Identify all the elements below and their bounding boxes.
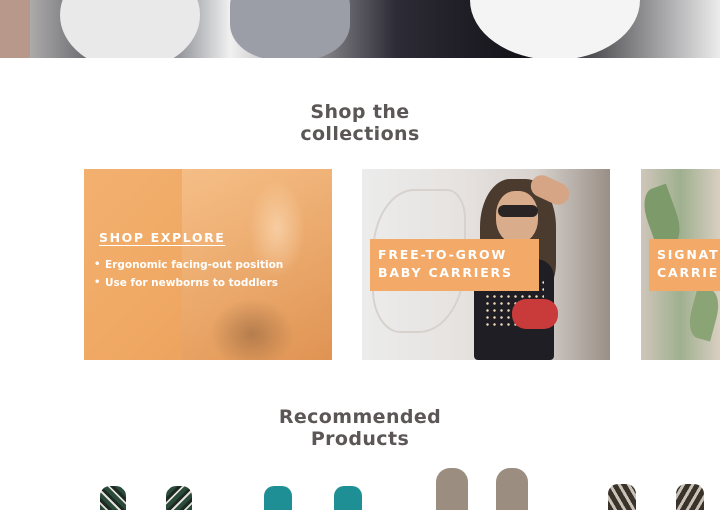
collection-label-line: BABY CARRIERS <box>378 265 513 280</box>
recommended-heading: Recommended Products <box>278 406 442 450</box>
carrier-strap <box>100 486 126 510</box>
collection-label[interactable]: FREE-TO-GROW BABY CARRIERS <box>370 239 539 291</box>
collections-heading: Shop the collections <box>300 101 420 145</box>
collection-label-line: SIGNATURE <box>657 247 720 262</box>
shop-explore-link[interactable]: SHOP EXPLORE <box>99 230 225 245</box>
hero-banner-image <box>0 0 720 58</box>
collection-card-explore[interactable]: SHOP EXPLORE Ergonomic facing-out positi… <box>84 169 332 360</box>
feature-list: Ergonomic facing-out position Use for ne… <box>94 256 283 292</box>
product-card-image[interactable] <box>600 466 720 510</box>
collection-card-signature[interactable]: SIGNATURE CARRIERS <box>641 169 720 360</box>
carrier-strap <box>676 484 704 510</box>
carrier-strap <box>264 486 292 510</box>
feature-item: Ergonomic facing-out position <box>94 256 283 274</box>
product-card-image[interactable] <box>258 466 378 510</box>
feature-item: Use for newborns to toddlers <box>94 274 283 292</box>
carrier-strap <box>496 468 528 510</box>
collection-label-line: CARRIERS <box>657 265 720 280</box>
carrier-strap <box>166 486 192 510</box>
carrier-strap <box>608 484 636 510</box>
carrier-strap <box>436 468 468 510</box>
collection-card-free-to-grow[interactable]: FREE-TO-GROW BABY CARRIERS <box>362 169 610 360</box>
collection-label-line: FREE-TO-GROW <box>378 247 508 262</box>
carrier-strap <box>334 486 362 510</box>
product-card-image[interactable] <box>430 466 550 510</box>
collection-label[interactable]: SIGNATURE CARRIERS <box>649 239 720 291</box>
product-card-image[interactable] <box>92 466 212 510</box>
